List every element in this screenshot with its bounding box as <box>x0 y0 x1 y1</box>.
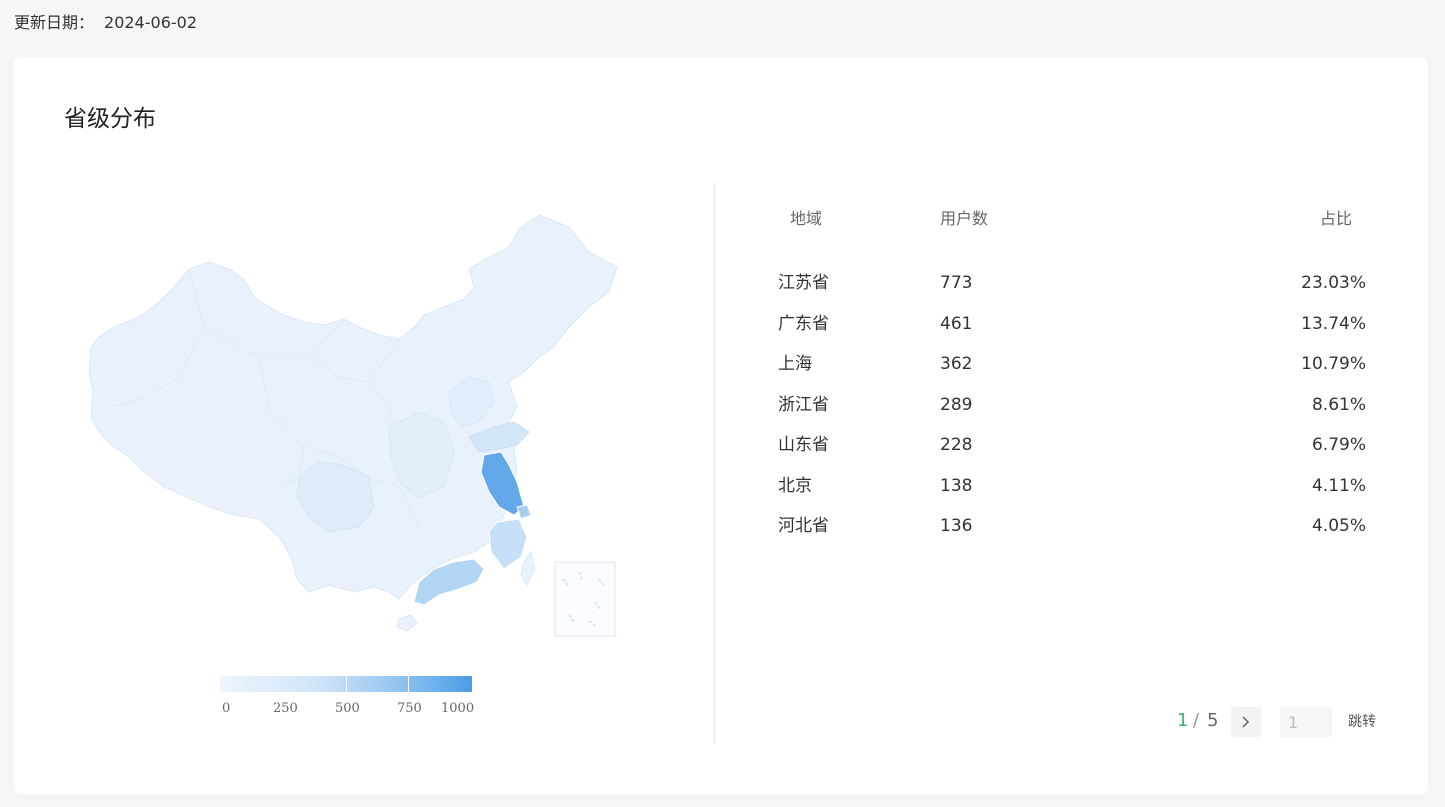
row-users: 773 <box>940 273 973 293</box>
row-users: 138 <box>940 475 973 496</box>
china-map[interactable] <box>69 207 629 637</box>
row-region: 北京 <box>778 475 812 496</box>
map-legend[interactable] <box>220 676 472 692</box>
table-row: 上海 362 10.79% <box>776 344 1376 385</box>
province-distribution-card: 省级分布 0 250 500 750 1000 地域 用户数 占比 江苏省 77… <box>14 57 1428 794</box>
legend-tick-250: 250 <box>273 701 298 716</box>
row-pct: 13.74% <box>1301 313 1366 334</box>
row-pct: 8.61% <box>1311 394 1366 415</box>
row-pct: 6.79% <box>1311 435 1366 455</box>
table-row: 浙江省 289 8.61% <box>776 385 1376 426</box>
pager-total: 5 <box>1207 710 1219 731</box>
row-pct: 4.11% <box>1311 475 1366 496</box>
row-pct: 23.03% <box>1301 273 1366 293</box>
map-region-mainland[interactable] <box>88 214 618 600</box>
table-row: 广东省 461 13.74% <box>776 304 1376 345</box>
row-pct: 10.79% <box>1301 354 1366 374</box>
legend-color-bar[interactable] <box>220 676 472 692</box>
table-row: 江苏省 773 23.03% <box>776 263 1376 304</box>
header-pct: 占比 <box>1319 209 1352 228</box>
row-users: 461 <box>940 313 973 334</box>
south-china-sea-inset <box>554 561 616 637</box>
row-users: 289 <box>940 394 973 415</box>
legend-tick-750: 750 <box>397 701 422 716</box>
map-region-taiwan[interactable] <box>520 550 536 587</box>
row-region: 山东省 <box>778 435 829 455</box>
row-region: 广东省 <box>778 313 829 334</box>
header-users: 用户数 <box>940 209 989 228</box>
china-map-svg[interactable] <box>69 207 629 637</box>
map-region-hainan[interactable] <box>396 614 418 632</box>
update-date-row: 更新日期： 2024-06-02 <box>14 12 197 34</box>
header-region: 地域 <box>790 209 823 228</box>
row-region: 上海 <box>778 354 812 374</box>
pager-separator: / <box>1193 710 1200 731</box>
row-users: 228 <box>940 435 973 455</box>
legend-tick-0: 0 <box>222 701 231 716</box>
table-row: 山东省 228 6.79% <box>776 425 1376 466</box>
map-region-zhejiang[interactable] <box>488 518 528 570</box>
next-page-button[interactable] <box>1231 707 1261 737</box>
row-users: 136 <box>940 516 973 536</box>
legend-tick-500: 500 <box>335 701 360 716</box>
table-header: 地域 用户数 占比 <box>776 205 1376 233</box>
table-row: 河北省 136 4.05% <box>776 506 1376 547</box>
legend-tick-1000: 1000 <box>441 701 475 716</box>
map-region-shanghai[interactable] <box>516 504 532 520</box>
vertical-divider <box>714 182 715 744</box>
chevron-right-icon <box>1242 716 1250 728</box>
card-title: 省级分布 <box>64 106 156 132</box>
table-row: 北京 138 4.11% <box>776 466 1376 507</box>
row-users: 362 <box>940 354 973 374</box>
province-table: 地域 用户数 占比 江苏省 773 23.03% 广东省 461 13.74% … <box>776 205 1376 547</box>
update-date-label: 更新日期： <box>14 13 95 32</box>
row-pct: 4.05% <box>1311 516 1366 536</box>
row-region: 浙江省 <box>778 394 829 415</box>
row-region: 河北省 <box>778 516 829 536</box>
jump-page-input[interactable] <box>1280 707 1332 737</box>
row-region: 江苏省 <box>778 273 829 293</box>
pager-current: 1 <box>1177 710 1189 731</box>
update-date-value: 2024-06-02 <box>104 13 197 32</box>
legend-ticks: 0 250 500 750 1000 <box>220 701 480 719</box>
jump-button[interactable]: 跳转 <box>1348 711 1376 731</box>
